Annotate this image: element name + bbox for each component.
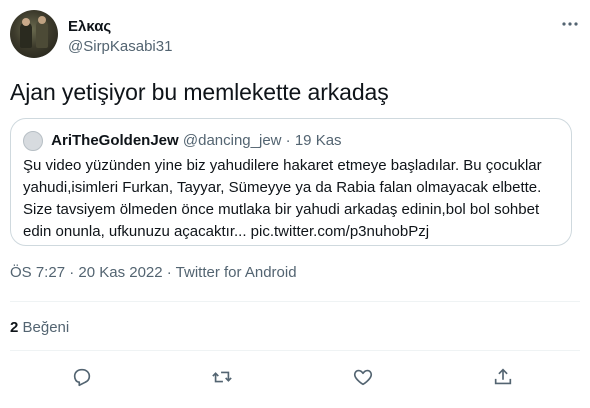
avatar-face-left: [22, 18, 30, 26]
quoted-text-line: Size tavsiyem ölmeden önce mutlaka bir y…: [23, 201, 540, 218]
likes-stat[interactable]: 2 Beğeni: [10, 319, 69, 336]
likes-count: 2: [10, 319, 19, 336]
quoted-tweet[interactable]: AriTheGoldenJew @dancing_jew · 19 Kas Şu…: [10, 118, 572, 246]
reply-icon: [73, 368, 91, 387]
quoted-tweet-text: Şu video yüzünden yine biz yahudilere ha…: [23, 155, 563, 243]
avatar-face-right: [38, 16, 46, 24]
divider: [10, 301, 580, 302]
author-names: Ελκας @SirpKasabi31: [68, 17, 172, 57]
quoted-date: 19 Kas: [294, 132, 342, 149]
quoted-text-line: yahudi,isimleri Furkan, Tayyar, Sümeyye …: [23, 179, 542, 196]
quoted-tweet-header: AriTheGoldenJew @dancing_jew · 19 Kas: [23, 131, 342, 151]
author-display-name[interactable]: Ελκας: [68, 17, 172, 37]
quoted-author-avatar: [23, 131, 43, 151]
share-button[interactable]: [489, 363, 517, 391]
author-handle[interactable]: @SirpKasabi31: [68, 37, 172, 57]
quoted-text-line: edin onunla, ufkunuzu açacaktır... pic.t…: [23, 223, 430, 240]
more-options-button[interactable]: [560, 14, 580, 34]
share-icon: [494, 368, 512, 385]
divider: [10, 350, 580, 351]
quoted-author-display-name: AriTheGoldenJew: [51, 132, 179, 149]
more-icon: [562, 22, 578, 26]
tweet-timestamp[interactable]: ÖS 7:27 · 20 Kas 2022 · Twitter for Andr…: [10, 264, 297, 281]
tweet-text: Ajan yetişiyor bu memlekette arkadaş: [10, 79, 389, 105]
quoted-text-line: Şu video yüzünden yine biz yahudilere ha…: [23, 157, 542, 174]
quoted-author-handle: @dancing_jew: [182, 132, 282, 149]
retweet-button[interactable]: [208, 363, 236, 391]
quoted-separator: ·: [285, 132, 291, 149]
like-button[interactable]: [349, 363, 377, 391]
action-bar: [0, 363, 590, 391]
likes-label: Beğeni: [22, 319, 70, 336]
author-avatar[interactable]: [10, 10, 58, 58]
reply-button[interactable]: [68, 363, 96, 391]
avatar-figure-right: [36, 20, 48, 48]
retweet-icon: [212, 371, 232, 383]
like-icon: [353, 369, 373, 386]
